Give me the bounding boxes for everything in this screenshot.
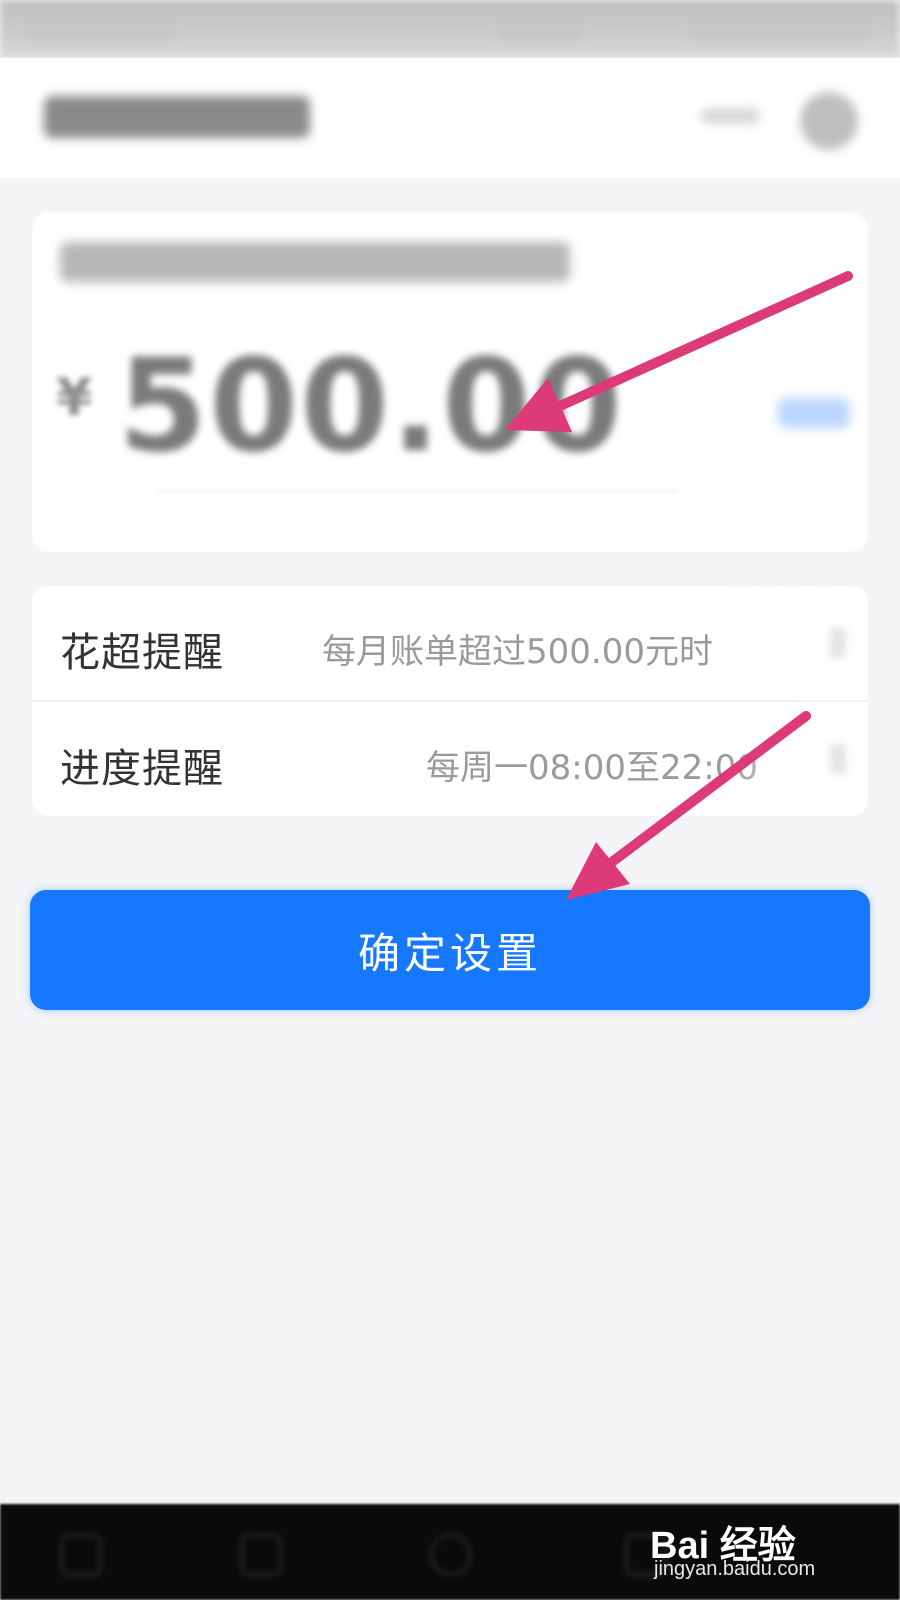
overspend-reminder-label: 花超提醒: [60, 630, 224, 676]
row-fade: [728, 702, 868, 816]
settings-card: 花超提醒 每月账单超过500.00元时 进度提醒 每周一08:00至22:00: [32, 586, 868, 816]
progress-reminder-label: 进度提醒: [60, 746, 224, 792]
row-fade: [728, 586, 868, 700]
budget-amount[interactable]: 500.00: [118, 332, 624, 481]
chevron-right-icon: [830, 628, 846, 658]
header: [0, 58, 900, 178]
status-time-blurred: [24, 18, 174, 40]
edit-amount-link[interactable]: [778, 398, 850, 428]
baidu-jingyan-watermark: Bai 经验 jingyan.baidu.com: [650, 1504, 850, 1584]
status-icons-blurred: [500, 18, 580, 40]
amount-card-subtitle-blurred: [60, 242, 570, 282]
chevron-right-icon: [830, 744, 846, 774]
nav-menu-icon[interactable]: [60, 1534, 102, 1576]
watermark-url: jingyan.baidu.com: [654, 1558, 816, 1580]
progress-reminder-value: 每周一08:00至22:00: [426, 748, 758, 788]
overspend-reminder-row[interactable]: 花超提醒 每月账单超过500.00元时: [32, 586, 868, 700]
overspend-reminder-value: 每月账单超过500.00元时: [322, 632, 713, 672]
amount-divider: [158, 490, 678, 492]
status-battery-blurred: [690, 18, 870, 40]
status-bar: [0, 0, 900, 58]
progress-reminder-row[interactable]: 进度提醒 每周一08:00至22:00: [32, 702, 868, 816]
confirm-settings-button[interactable]: 确定设置: [30, 890, 870, 1010]
currency-symbol: ¥: [56, 368, 93, 428]
nav-home-icon[interactable]: [430, 1534, 472, 1576]
more-menu-icon[interactable]: [700, 108, 760, 124]
settings-circle-icon[interactable]: [800, 92, 858, 150]
page-title-blurred: [44, 96, 310, 138]
nav-back-icon[interactable]: [240, 1534, 282, 1576]
screen: ¥ 500.00 花超提醒 每月账单超过500.00元时 进度提醒 每周一08:…: [0, 0, 900, 1600]
